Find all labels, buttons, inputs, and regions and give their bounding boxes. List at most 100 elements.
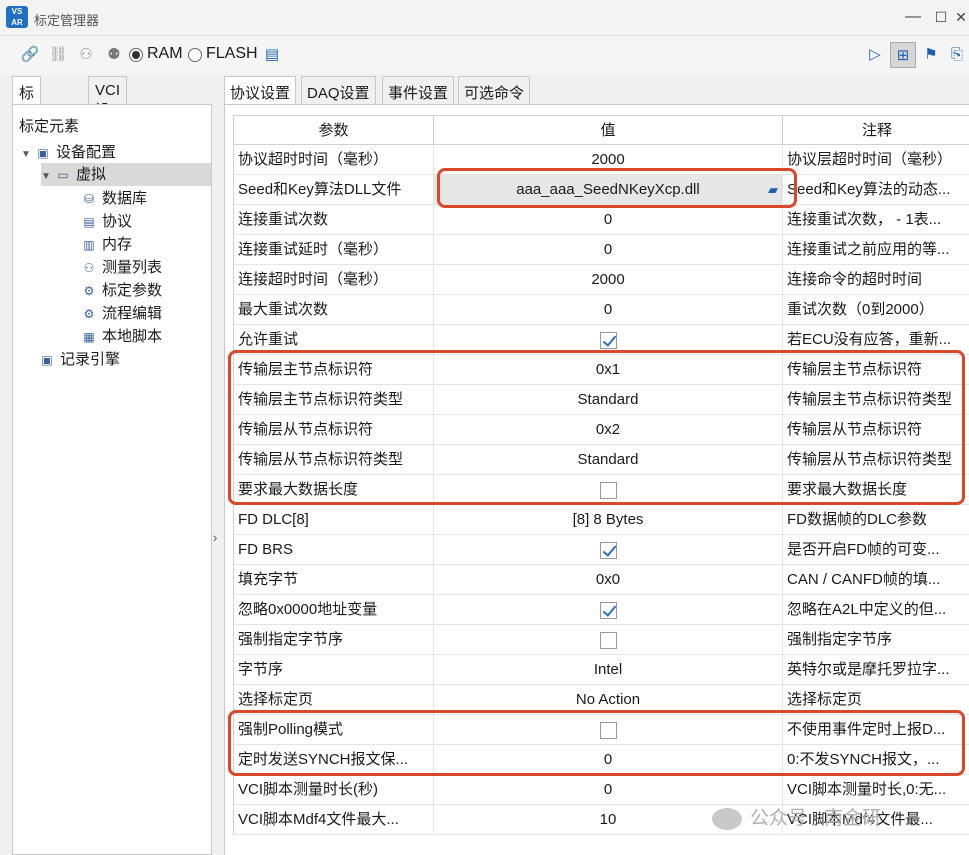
tree-item-virtual[interactable]: ▼▭虚拟 xyxy=(41,163,211,186)
tab-calibration-info[interactable]: 标定信息 xyxy=(12,76,41,105)
param-checkbox[interactable] xyxy=(600,482,617,499)
tab-protocol-settings[interactable]: 协议设置 xyxy=(224,76,296,105)
header-parameter[interactable]: 参数 xyxy=(234,116,434,146)
param-checkbox[interactable] xyxy=(600,722,617,739)
ram-radio[interactable] xyxy=(129,48,143,62)
grid-row[interactable]: FD DLC[8][8] 8 BytesFD数据帧的DLC参数 xyxy=(233,505,969,535)
param-value[interactable] xyxy=(434,625,783,655)
tab-event-settings[interactable]: 事件设置 xyxy=(382,76,454,105)
param-checkbox[interactable] xyxy=(600,332,617,349)
param-value[interactable]: 0x2 xyxy=(434,415,783,445)
param-value[interactable]: aaa_aaa_SeedNKeyXcp.dll▰ xyxy=(434,175,783,205)
grid-row[interactable]: Seed和Key算法DLL文件aaa_aaa_SeedNKeyXcp.dll▰S… xyxy=(233,175,969,205)
param-value[interactable] xyxy=(434,475,783,505)
chevron-down-icon[interactable]: ▼ xyxy=(41,165,55,188)
param-value[interactable]: 0 xyxy=(434,295,783,325)
folder-open-icon[interactable]: ▰ xyxy=(768,175,778,204)
param-value[interactable]: 0x1 xyxy=(434,355,783,385)
grid-view-icon[interactable]: ⊞ xyxy=(890,42,916,68)
unlink-icon[interactable]: ⛓ xyxy=(48,45,68,65)
param-value-text: 0x1 xyxy=(596,361,620,378)
param-value[interactable]: 0 xyxy=(434,775,783,805)
grid-row[interactable]: 连接重试次数0连接重试次数， - 1表... xyxy=(233,205,969,235)
link-icon[interactable]: 🔗 xyxy=(20,45,40,65)
grid-row[interactable]: 传输层从节点标识符0x2传输层从节点标识符 xyxy=(233,415,969,445)
grid-row[interactable]: 要求最大数据长度要求最大数据长度 xyxy=(233,475,969,505)
param-value[interactable]: Standard xyxy=(434,385,783,415)
header-note[interactable]: 注释 xyxy=(783,116,969,146)
param-value[interactable]: 0 xyxy=(434,235,783,265)
param-value[interactable]: 0 xyxy=(434,745,783,775)
tree-item-protocol[interactable]: ▤协议 xyxy=(81,210,132,233)
tree-item-memory[interactable]: ▥内存 xyxy=(81,233,132,256)
param-name: 要求最大数据长度 xyxy=(234,475,434,505)
grid-row[interactable]: 连接重试延时（毫秒）0连接重试之前应用的等... xyxy=(233,235,969,265)
grid-row[interactable]: 强制指定字节序强制指定字节序 xyxy=(233,625,969,655)
param-value[interactable]: Standard xyxy=(434,445,783,475)
minimize-button[interactable]: — xyxy=(902,6,924,28)
tab-vci-device[interactable]: VCI设备 xyxy=(88,76,127,105)
grid-row[interactable]: VCI脚本测量时长(秒)0VCI脚本测量时长,0:无... xyxy=(233,775,969,805)
param-checkbox[interactable] xyxy=(600,632,617,649)
bookmark-icon[interactable]: ⚑ xyxy=(918,42,944,68)
tree-item-record-engine[interactable]: ▣记录引擎 xyxy=(39,348,120,371)
app-logo-icon: VSAR xyxy=(6,6,28,28)
flash-radio[interactable] xyxy=(188,48,202,62)
tree-item-flow-edit[interactable]: ⚙流程编辑 xyxy=(81,302,162,325)
param-value[interactable] xyxy=(434,535,783,565)
next-step-icon[interactable]: ▷ xyxy=(862,42,888,68)
param-name: 协议超时时间（毫秒） xyxy=(234,145,434,175)
tree-item-measurement-list[interactable]: ⚇测量列表 xyxy=(81,256,162,279)
memory-page-icon[interactable]: ▤ xyxy=(262,45,282,65)
param-checkbox[interactable] xyxy=(600,542,617,559)
grid-row[interactable]: 强制Polling模式不使用事件定时上报D... xyxy=(233,715,969,745)
grid-row[interactable]: 选择标定页No Action选择标定页 xyxy=(233,685,969,715)
download-user-icon[interactable]: ⚉ xyxy=(104,45,124,65)
upload-user-icon[interactable]: ⚇ xyxy=(76,45,96,65)
grid-row[interactable]: 协议超时时间（毫秒）2000协议层超时时间（毫秒） xyxy=(233,145,969,175)
param-value[interactable]: 0 xyxy=(434,205,783,235)
grid-row[interactable]: 允许重试若ECU没有应答，重新... xyxy=(233,325,969,355)
grid-row[interactable]: 填充字节0x0CAN / CANFD帧的填... xyxy=(233,565,969,595)
param-value[interactable] xyxy=(434,715,783,745)
grid-row[interactable]: 连接超时时间（毫秒）2000连接命令的超时时间 xyxy=(233,265,969,295)
tab-optional-commands[interactable]: 可选命令 xyxy=(458,76,530,105)
close-button[interactable]: ✕ xyxy=(950,6,969,28)
maximize-button[interactable]: ☐ xyxy=(930,6,952,28)
param-value[interactable]: 2000 xyxy=(434,145,783,175)
grid-row[interactable]: 定时发送SYNCH报文保...00:不发SYNCH报文，... xyxy=(233,745,969,775)
grid-row[interactable]: 最大重试次数0重试次数（0到2000） xyxy=(233,295,969,325)
param-note: 连接重试次数， - 1表... xyxy=(783,205,969,235)
param-value[interactable]: 0x0 xyxy=(434,565,783,595)
param-value-text: Intel xyxy=(594,661,622,678)
param-value[interactable]: Intel xyxy=(434,655,783,685)
param-value[interactable] xyxy=(434,595,783,625)
grid-row[interactable]: 字节序Intel英特尔或是摩托罗拉字... xyxy=(233,655,969,685)
tree-item-device-config[interactable]: ▼▣设备配置 xyxy=(21,141,116,164)
param-value[interactable]: No Action xyxy=(434,685,783,715)
param-note: 英特尔或是摩托罗拉字... xyxy=(783,655,969,685)
param-name: 传输层从节点标识符 xyxy=(234,415,434,445)
param-checkbox[interactable] xyxy=(600,602,617,619)
param-value[interactable]: [8] 8 Bytes xyxy=(434,505,783,535)
grid-row[interactable]: 传输层主节点标识符0x1传输层主节点标识符 xyxy=(233,355,969,385)
param-value-text: 0 xyxy=(604,781,612,798)
header-value[interactable]: 值 xyxy=(434,116,783,146)
param-value[interactable] xyxy=(434,325,783,355)
tree-item-database[interactable]: ⛁数据库 xyxy=(81,187,147,210)
tab-daq-settings[interactable]: DAQ设置 xyxy=(301,76,376,105)
grid-row[interactable]: 传输层从节点标识符类型Standard传输层从节点标识符类型 xyxy=(233,445,969,475)
param-name: 允许重试 xyxy=(234,325,434,355)
param-value-text: 0 xyxy=(604,211,612,228)
export-icon[interactable]: ⎘ xyxy=(944,42,969,68)
tree-item-calibration-params[interactable]: ⚙标定参数 xyxy=(81,279,162,302)
param-name: VCI脚本Mdf4文件最大... xyxy=(234,805,434,835)
param-note: 是否开启FD帧的可变... xyxy=(783,535,969,565)
param-value[interactable]: 2000 xyxy=(434,265,783,295)
chevron-down-icon[interactable]: ▼ xyxy=(21,143,35,166)
tree-item-local-script[interactable]: ▦本地脚本 xyxy=(81,325,162,348)
grid-row[interactable]: 忽略0x0000地址变量忽略在A2L中定义的但... xyxy=(233,595,969,625)
grid-row[interactable]: 传输层主节点标识符类型Standard传输层主节点标识符类型 xyxy=(233,385,969,415)
grid-row[interactable]: FD BRS是否开启FD帧的可变... xyxy=(233,535,969,565)
splitter-arrow-icon[interactable]: › xyxy=(213,530,217,545)
